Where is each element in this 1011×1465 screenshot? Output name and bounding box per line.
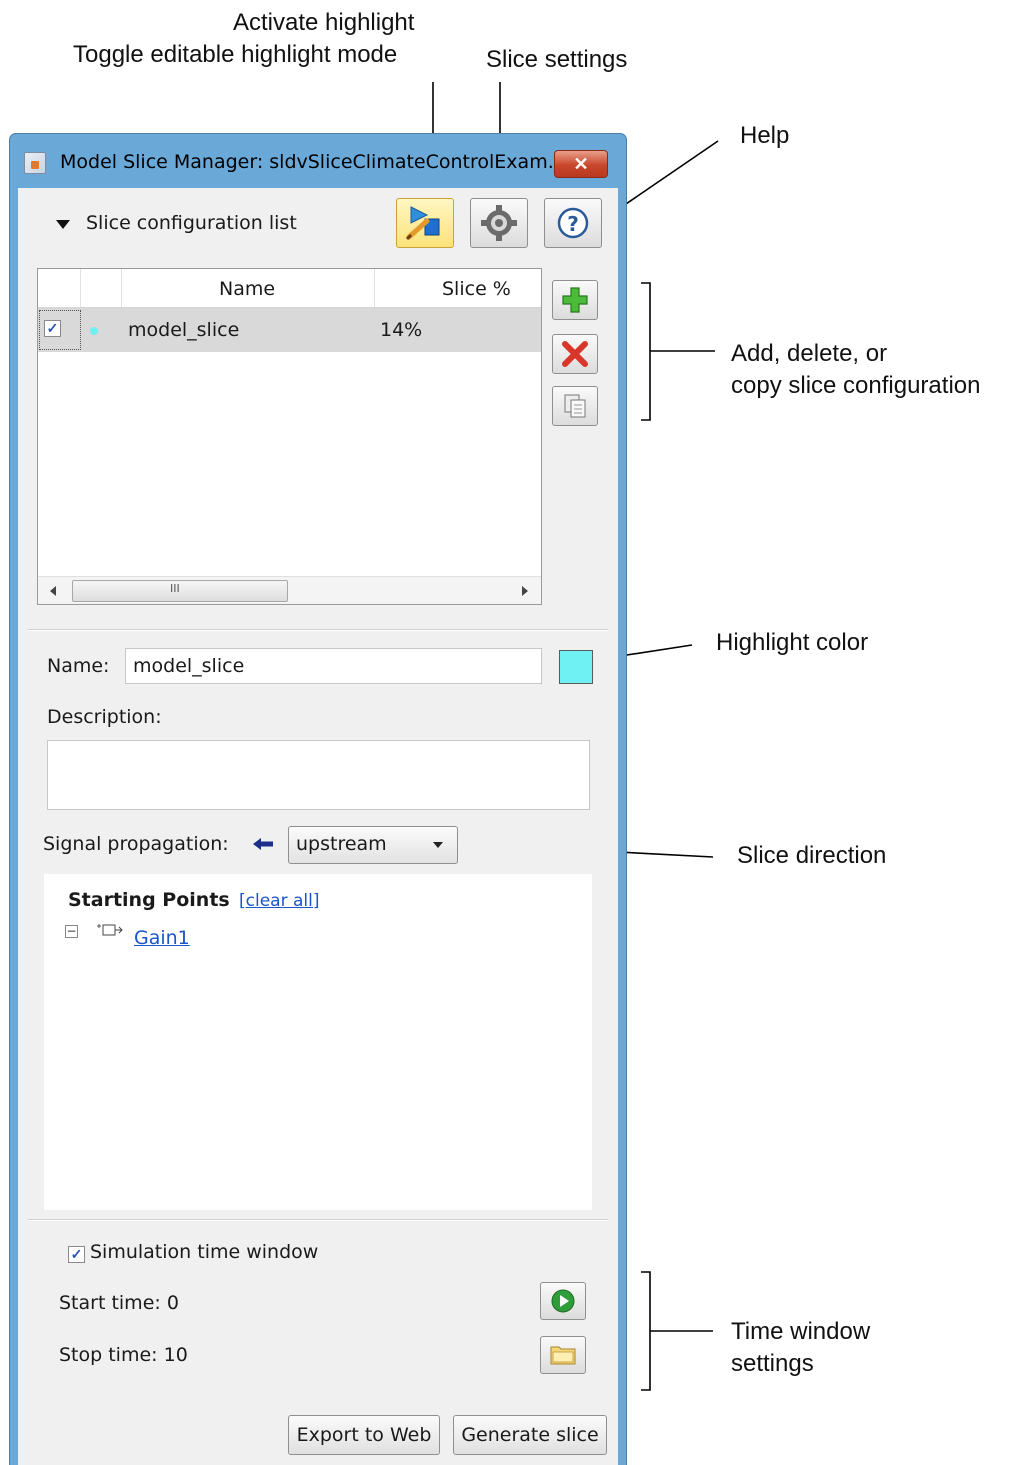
folder-icon: [550, 1346, 576, 1365]
collapse-triangle-icon[interactable]: [56, 220, 70, 229]
chevron-down-icon: [433, 842, 443, 848]
activate-highlight-button[interactable]: [396, 198, 454, 248]
app-icon: [24, 152, 46, 174]
section-divider: [28, 1219, 608, 1220]
copy-icon: [564, 394, 586, 418]
name-field[interactable]: model_slice: [125, 648, 542, 684]
slice-settings-button[interactable]: [470, 198, 528, 248]
bracket-add-delete-copy: [641, 282, 715, 421]
add-icon: [562, 287, 588, 313]
slice-config-table: Name Slice % ✓ model_slice 14% III: [37, 268, 542, 605]
gain-block-icon: [97, 924, 123, 936]
row-slice-pct-cell: 14%: [380, 319, 423, 341]
help-button[interactable]: ?: [544, 198, 602, 248]
horizontal-scrollbar[interactable]: III: [38, 576, 541, 604]
scroll-left-arrow-icon[interactable]: [50, 586, 56, 596]
delete-configuration-button[interactable]: [552, 334, 598, 374]
copy-configuration-button[interactable]: [552, 386, 598, 426]
direction-arrow-icon: [253, 838, 273, 850]
close-button[interactable]: ✕: [554, 150, 608, 178]
signal-propagation-label: Signal propagation:: [43, 833, 229, 855]
delete-icon: [562, 341, 588, 367]
start-time-button[interactable]: [540, 1282, 586, 1320]
generate-slice-button[interactable]: Generate slice: [453, 1415, 607, 1455]
window-title: Model Slice Manager: sldvSliceClimateCon…: [60, 151, 566, 173]
start-time-label: Start time: 0: [59, 1292, 179, 1314]
simulation-time-window-label: Simulation time window: [90, 1241, 319, 1263]
row-enable-checkbox[interactable]: ✓: [44, 320, 61, 337]
scroll-right-arrow-icon[interactable]: [522, 586, 528, 596]
name-field-value: model_slice: [133, 655, 245, 677]
stop-time-button[interactable]: [540, 1336, 586, 1374]
stop-time-label: Stop time: 10: [59, 1344, 188, 1366]
starting-points-panel: Starting Points [clear all] − Gain1: [44, 874, 592, 1210]
table-row[interactable]: ✓ model_slice 14%: [38, 308, 541, 352]
title-bar[interactable]: Model Slice Manager: sldvSliceClimateCon…: [10, 134, 626, 190]
window-client-area: Slice configuration list ? Name Slice % …: [18, 188, 618, 1465]
column-header-slice-pct[interactable]: Slice %: [442, 278, 511, 300]
starting-points-title: Starting Points: [68, 889, 230, 911]
name-label: Name:: [47, 655, 110, 677]
table-header: Name Slice %: [38, 269, 541, 308]
signal-direction-dropdown[interactable]: upstream: [288, 826, 458, 864]
slice-configuration-list-label: Slice configuration list: [86, 212, 297, 234]
play-icon: [551, 1289, 575, 1313]
clear-all-link[interactable]: [clear all]: [239, 891, 319, 911]
row-name-cell[interactable]: model_slice: [128, 319, 239, 341]
col-separator: [374, 269, 375, 307]
col-separator: [121, 269, 122, 307]
slice-settings-gear-icon: [481, 205, 517, 241]
col-separator: [80, 269, 81, 307]
description-field[interactable]: [47, 740, 590, 810]
activate-highlight-icon: [405, 206, 440, 241]
simulation-time-window-checkbox[interactable]: ✓: [68, 1246, 85, 1263]
add-configuration-button[interactable]: [552, 280, 598, 320]
model-slice-manager-window: Model Slice Manager: sldvSliceClimateCon…: [10, 134, 626, 1465]
scrollbar-grip: III: [170, 582, 180, 595]
row-color-dot: [90, 327, 98, 335]
help-icon: ?: [557, 207, 589, 239]
bracket-time-window: [641, 1271, 713, 1391]
export-to-web-button[interactable]: Export to Web: [288, 1415, 440, 1455]
svg-text:?: ?: [567, 212, 579, 236]
column-header-name[interactable]: Name: [219, 278, 275, 300]
collapse-node-icon[interactable]: −: [65, 925, 78, 938]
highlight-color-swatch[interactable]: [559, 650, 593, 684]
dropdown-selected-value: upstream: [296, 833, 387, 855]
description-label: Description:: [47, 706, 162, 728]
section-divider: [28, 629, 608, 630]
starting-point-link[interactable]: Gain1: [134, 927, 190, 949]
scrollbar-thumb[interactable]: III: [72, 580, 288, 602]
